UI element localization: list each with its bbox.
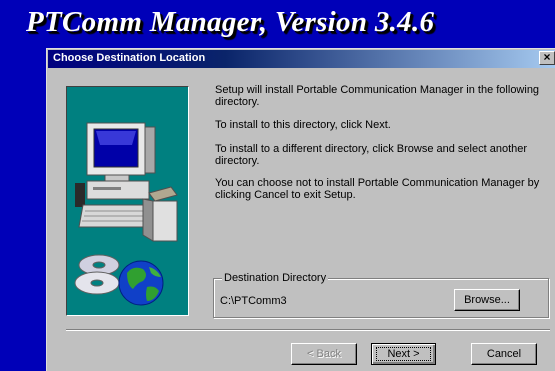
dialog-titlebar[interactable]: Choose Destination Location × [48,50,555,68]
next-button[interactable]: Next > [371,343,436,365]
cancel-button-label: Cancel [486,348,522,360]
cancel-instruction-text: You can choose not to install Portable C… [215,177,540,201]
button-separator [66,329,550,331]
installer-background: PTComm Manager, Version 3.4.6 Choose Des… [0,0,555,371]
back-button[interactable]: < Back [291,343,357,365]
back-button-label: < Back [307,348,341,360]
close-icon[interactable]: × [539,51,555,65]
destination-path: C:\PTComm3 [220,295,287,307]
next-instruction-text: To install to this directory, click Next… [215,119,391,131]
destination-dialog: Choose Destination Location × Setup will… [46,48,555,371]
browse-button-label: Browse... [464,294,510,306]
destination-directory-label: Destination Directory [222,272,329,284]
cancel-button[interactable]: Cancel [471,343,537,365]
browse-button[interactable]: Browse... [454,289,520,311]
computer-with-cds-and-globe-icon [74,122,178,306]
setup-artwork-panel [66,86,189,316]
browse-instruction-text: To install to a different directory, cli… [215,143,528,167]
destination-directory-group: Destination Directory C:\PTComm3 Browse.… [213,272,549,318]
intro-text: Setup will install Portable Communicatio… [215,84,540,108]
next-button-label: Next > [387,348,420,360]
dialog-title: Choose Destination Location [53,52,206,64]
app-title: PTComm Manager, Version 3.4.6 [26,6,435,38]
